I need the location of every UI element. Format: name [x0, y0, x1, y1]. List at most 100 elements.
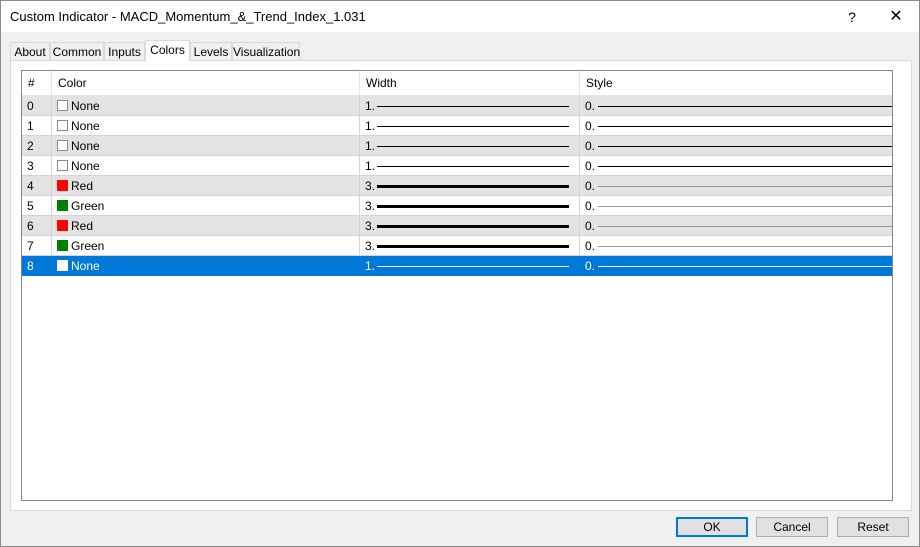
style-line-preview — [598, 246, 892, 247]
style-cell[interactable]: 0. — [580, 256, 892, 276]
style-cell[interactable]: 0. — [580, 236, 892, 256]
width-cell[interactable]: 3. — [360, 216, 580, 236]
width-cell[interactable]: 3. — [360, 176, 580, 196]
width-cell[interactable]: 1. — [360, 156, 580, 176]
width-line-preview — [377, 266, 569, 267]
tab-visualization[interactable]: Visualization — [232, 42, 300, 60]
table-row[interactable]: 8 None 1. 0. — [22, 256, 892, 276]
colors-grid[interactable]: # Color Width Style 0 None 1. 0. 1 None 1. 0. 2 N… — [21, 70, 893, 501]
style-cell[interactable]: 0. — [580, 96, 892, 116]
table-row[interactable]: 0 None 1. 0. — [22, 96, 892, 116]
style-value: 0. — [585, 159, 596, 173]
color-cell[interactable]: Red — [52, 216, 360, 236]
color-cell[interactable]: None — [52, 136, 360, 156]
tab-about[interactable]: About — [10, 42, 50, 60]
width-cell[interactable]: 3. — [360, 196, 580, 216]
row-index: 7 — [22, 236, 52, 256]
width-cell[interactable]: 1. — [360, 136, 580, 156]
color-cell[interactable]: Green — [52, 236, 360, 256]
row-index: 2 — [22, 136, 52, 156]
style-value: 0. — [585, 219, 596, 233]
color-name: None — [71, 139, 100, 153]
tab-common[interactable]: Common — [50, 42, 104, 60]
table-row[interactable]: 4 Red 3. 0. — [22, 176, 892, 196]
width-value: 3. — [365, 179, 376, 193]
tab-levels[interactable]: Levels — [190, 42, 232, 60]
table-row[interactable]: 7 Green 3. 0. — [22, 236, 892, 256]
width-value: 1. — [365, 259, 376, 273]
width-cell[interactable]: 1. — [360, 256, 580, 276]
color-swatch — [57, 240, 68, 251]
width-line-preview — [377, 106, 569, 107]
width-cell[interactable]: 3. — [360, 236, 580, 256]
row-index: 6 — [22, 216, 52, 236]
width-line-preview — [377, 146, 569, 147]
width-value: 3. — [365, 239, 376, 253]
color-cell[interactable]: None — [52, 96, 360, 116]
style-value: 0. — [585, 179, 596, 193]
tab-inputs[interactable]: Inputs — [104, 42, 145, 60]
table-row[interactable]: 5 Green 3. 0. — [22, 196, 892, 216]
style-cell[interactable]: 0. — [580, 196, 892, 216]
color-swatch — [57, 160, 68, 171]
help-button[interactable]: ? — [837, 5, 867, 29]
style-value: 0. — [585, 139, 596, 153]
grid-header: # Color Width Style — [22, 71, 892, 96]
color-name: Red — [71, 179, 94, 193]
color-cell[interactable]: None — [52, 116, 360, 136]
style-cell[interactable]: 0. — [580, 176, 892, 196]
style-line-preview — [598, 226, 892, 227]
color-cell[interactable]: Green — [52, 196, 360, 216]
style-cell[interactable]: 0. — [580, 156, 892, 176]
width-cell[interactable]: 1. — [360, 96, 580, 116]
tab-colors[interactable]: Colors — [145, 40, 190, 61]
color-swatch — [57, 120, 68, 131]
color-cell[interactable]: None — [52, 156, 360, 176]
close-button[interactable]: ✕ — [881, 5, 911, 29]
style-value: 0. — [585, 99, 596, 113]
window-title: Custom Indicator - MACD_Momentum_&_Trend… — [10, 9, 366, 24]
header-style[interactable]: Style — [580, 71, 892, 96]
style-cell[interactable]: 0. — [580, 116, 892, 136]
table-row[interactable]: 2 None 1. 0. — [22, 136, 892, 156]
color-swatch — [57, 220, 68, 231]
color-name: None — [71, 159, 100, 173]
color-swatch — [57, 180, 68, 191]
style-line-preview — [598, 166, 892, 167]
color-name: None — [71, 99, 100, 113]
width-line-preview — [377, 185, 569, 188]
style-line-preview — [598, 206, 892, 207]
style-cell[interactable]: 0. — [580, 136, 892, 156]
cancel-button[interactable]: Cancel — [756, 517, 828, 537]
color-swatch — [57, 260, 68, 271]
title-bar: Custom Indicator - MACD_Momentum_&_Trend… — [1, 1, 919, 32]
style-value: 0. — [585, 119, 596, 133]
style-value: 0. — [585, 239, 596, 253]
style-cell[interactable]: 0. — [580, 216, 892, 236]
style-line-preview — [598, 126, 892, 127]
color-cell[interactable]: Red — [52, 176, 360, 196]
table-row[interactable]: 3 None 1. 0. — [22, 156, 892, 176]
color-swatch — [57, 140, 68, 151]
table-row[interactable]: 6 Red 3. 0. — [22, 216, 892, 236]
width-line-preview — [377, 166, 569, 167]
width-line-preview — [377, 126, 569, 127]
header-index[interactable]: # — [22, 71, 52, 96]
width-cell[interactable]: 1. — [360, 116, 580, 136]
colors-panel: # Color Width Style 0 None 1. 0. 1 None 1. 0. 2 N… — [10, 60, 912, 511]
width-value: 1. — [365, 119, 376, 133]
header-color[interactable]: Color — [52, 71, 360, 96]
style-line-preview — [598, 106, 892, 107]
width-line-preview — [377, 245, 569, 248]
width-value: 3. — [365, 219, 376, 233]
style-line-preview — [598, 186, 892, 187]
table-row[interactable]: 1 None 1. 0. — [22, 116, 892, 136]
width-value: 1. — [365, 99, 376, 113]
row-index: 8 — [22, 256, 52, 276]
style-line-preview — [598, 146, 892, 147]
ok-button[interactable]: OK — [676, 517, 748, 537]
header-width[interactable]: Width — [360, 71, 580, 96]
color-cell[interactable]: None — [52, 256, 360, 276]
row-index: 0 — [22, 96, 52, 116]
reset-button[interactable]: Reset — [837, 517, 909, 537]
